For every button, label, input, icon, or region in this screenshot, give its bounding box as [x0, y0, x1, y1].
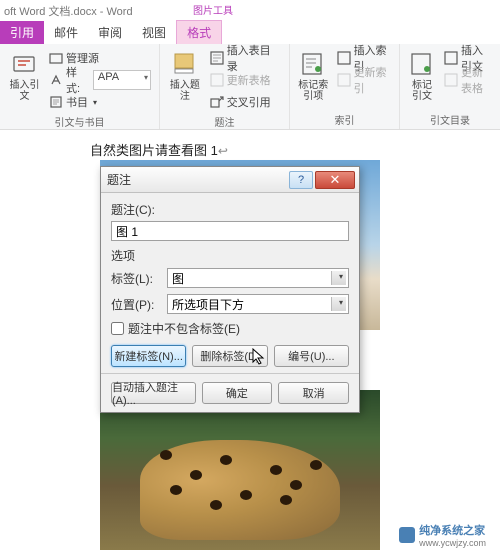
watermark: 纯净系统之家 www.ycwjzy.com [393, 519, 492, 551]
mark-citation-button[interactable]: 标记引文 [406, 48, 438, 104]
options-section-label: 选项 [111, 247, 349, 264]
style-dropdown[interactable]: 样式: APA [47, 70, 153, 90]
tab-mail[interactable]: 邮件 [44, 21, 88, 44]
caption-input[interactable] [111, 221, 349, 241]
update-toa-button[interactable]: 更新表格 [442, 70, 494, 90]
tab-review[interactable]: 审阅 [88, 21, 132, 44]
caption-icon [171, 50, 199, 78]
watermark-logo-icon [399, 527, 415, 543]
caption-field-label: 题注(C): [111, 201, 349, 218]
exclude-label-checkbox-row[interactable]: 题注中不包含标签(E) [111, 320, 349, 337]
auto-caption-button[interactable]: 自动插入题注(A)... [111, 382, 196, 404]
insert-caption-button[interactable]: 插入题注 [166, 48, 204, 112]
watermark-url: www.ycwjzy.com [419, 538, 486, 548]
caption-dialog: 题注 ? ✕ 题注(C): 选项 标签(L): 图 位置(P): 所选项目下方 … [100, 166, 360, 413]
insert-index-icon [337, 51, 351, 65]
cross-ref-icon [210, 95, 224, 109]
dialog-title: 题注 [105, 171, 289, 188]
mark-citation-icon [408, 50, 436, 78]
ribbon: 插入引文 管理源 样式: APA 书目▾ 引文与书目 [0, 44, 500, 130]
citation-icon [11, 50, 39, 78]
ok-button[interactable]: 确定 [202, 382, 273, 404]
window-titlebar: oft Word 文档.docx - Word [0, 0, 500, 22]
ribbon-group-toa: 标记引文 插入引文 更新表格 引文目录 [400, 44, 500, 129]
mark-entry-button[interactable]: 标记索引项 [296, 48, 331, 104]
ribbon-group-captions: 插入题注 插入表目录 更新表格 交叉引用 题注 [160, 44, 290, 129]
ribbon-tabstrip: 引用 邮件 审阅 视图 格式 [0, 22, 500, 44]
position-field-label: 位置(P): [111, 296, 161, 313]
ribbon-group-index: 标记索引项 插入索引 更新索引 索引 [290, 44, 400, 129]
insert-citation-button[interactable]: 插入引文 [6, 48, 43, 112]
document-title: oft Word 文档.docx - Word [4, 3, 133, 19]
dialog-help-button[interactable]: ? [289, 171, 313, 189]
style-icon [49, 73, 63, 87]
dialog-close-button[interactable]: ✕ [315, 171, 355, 189]
contextual-tab-group-label: 图片工具 [193, 2, 233, 17]
tab-citation[interactable]: 引用 [0, 21, 44, 44]
label-dropdown[interactable]: 图 [167, 268, 349, 288]
insert-toa-icon [444, 51, 458, 65]
tab-view[interactable]: 视图 [132, 21, 176, 44]
delete-label-button[interactable]: 删除标签(D) [192, 345, 267, 367]
bibliography-button[interactable]: 书目▾ [47, 92, 153, 112]
new-label-button[interactable]: 新建标签(N)... [111, 345, 186, 367]
insert-tof-button[interactable]: 插入表目录 [208, 48, 283, 68]
cross-ref-button[interactable]: 交叉引用 [208, 92, 283, 112]
bibliography-icon [49, 95, 63, 109]
ribbon-group-citations: 插入引文 管理源 样式: APA 书目▾ 引文与书目 [0, 44, 160, 129]
tab-format[interactable]: 格式 [176, 20, 222, 44]
exclude-label-checkbox[interactable] [111, 322, 124, 335]
mark-entry-icon [299, 50, 327, 78]
update-table-button[interactable]: 更新表格 [208, 70, 283, 90]
document-text: 自然类图片请查看图 1 [90, 143, 218, 158]
manage-sources-button[interactable]: 管理源 [47, 48, 153, 68]
dialog-titlebar[interactable]: 题注 ? ✕ [101, 167, 359, 193]
image-leopard[interactable] [100, 390, 380, 550]
update-icon [210, 73, 224, 87]
manage-sources-icon [49, 51, 63, 65]
update-toa-icon [444, 73, 458, 87]
watermark-text: 纯净系统之家 [419, 522, 486, 538]
position-dropdown[interactable]: 所选项目下方 [167, 294, 349, 314]
label-field-label: 标签(L): [111, 270, 161, 287]
cancel-button[interactable]: 取消 [278, 382, 349, 404]
update-index-button[interactable]: 更新索引 [335, 70, 393, 90]
update-index-icon [337, 73, 351, 87]
tof-icon [210, 51, 224, 65]
numbering-button[interactable]: 编号(U)... [274, 345, 349, 367]
